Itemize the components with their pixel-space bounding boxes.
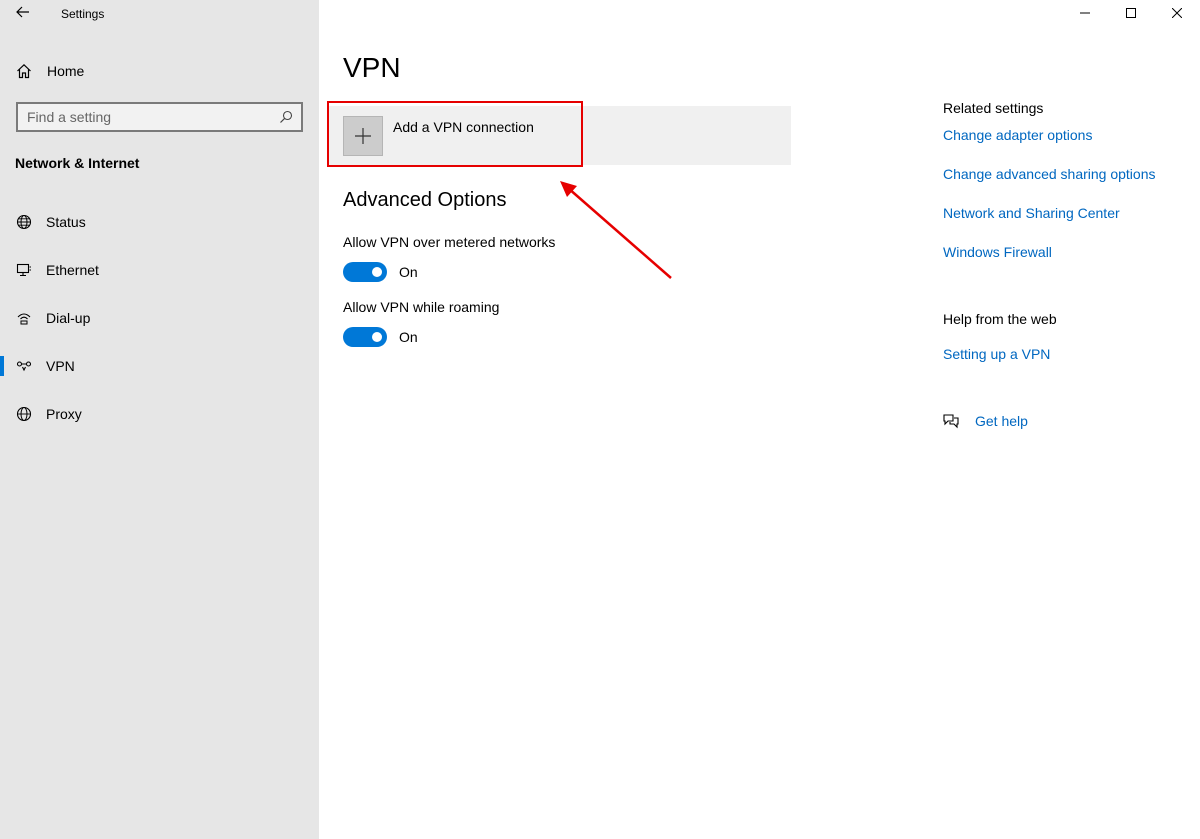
sidebar-item-status[interactable]: Status xyxy=(0,198,319,246)
dialup-icon xyxy=(15,309,33,327)
globe-icon xyxy=(15,405,33,423)
sidebar-item-label: VPN xyxy=(46,358,75,374)
metered-toggle-state: On xyxy=(399,264,418,280)
add-vpn-connection-button[interactable]: Add a VPN connection xyxy=(329,106,791,165)
change-adapter-options-link[interactable]: Change adapter options xyxy=(943,127,1092,143)
advanced-options-title: Advanced Options xyxy=(343,189,507,211)
windows-firewall-link[interactable]: Windows Firewall xyxy=(943,244,1052,260)
metered-option-label: Allow VPN over metered networks xyxy=(343,234,556,250)
sidebar-item-vpn[interactable]: VPN xyxy=(0,342,319,390)
maximize-button[interactable] xyxy=(1108,0,1154,28)
vpn-icon xyxy=(15,357,33,375)
toggle-knob xyxy=(372,267,382,277)
get-help-link[interactable]: Get help xyxy=(941,411,1028,431)
toggle-knob xyxy=(372,332,382,342)
network-sharing-center-link[interactable]: Network and Sharing Center xyxy=(943,205,1120,221)
sidebar-item-label: Proxy xyxy=(46,406,82,422)
metered-toggle[interactable] xyxy=(343,262,387,282)
back-button[interactable] xyxy=(12,4,34,24)
sidebar-item-home[interactable]: Home xyxy=(15,60,84,82)
sidebar-item-label: Status xyxy=(46,214,86,230)
get-help-label: Get help xyxy=(975,413,1028,429)
close-button[interactable] xyxy=(1154,0,1200,28)
roaming-option-label: Allow VPN while roaming xyxy=(343,299,500,315)
ethernet-icon xyxy=(15,261,33,279)
sidebar-item-label: Ethernet xyxy=(46,262,99,278)
add-vpn-label: Add a VPN connection xyxy=(393,119,534,135)
maximize-icon xyxy=(1126,5,1136,23)
home-icon xyxy=(15,62,33,80)
sidebar: Settings Home Network & Internet Status … xyxy=(0,0,319,839)
roaming-toggle-state: On xyxy=(399,329,418,345)
roaming-toggle[interactable] xyxy=(343,327,387,347)
search-input[interactable] xyxy=(27,109,276,125)
sidebar-item-ethernet[interactable]: Ethernet xyxy=(0,246,319,294)
back-arrow-icon xyxy=(16,5,30,23)
setting-up-vpn-link[interactable]: Setting up a VPN xyxy=(943,346,1050,362)
minimize-button[interactable] xyxy=(1062,0,1108,28)
sidebar-item-label: Dial-up xyxy=(46,310,91,326)
sidebar-item-dialup[interactable]: Dial-up xyxy=(0,294,319,342)
minimize-icon xyxy=(1080,5,1090,23)
sidebar-item-proxy[interactable]: Proxy xyxy=(0,390,319,438)
app-title: Settings xyxy=(61,7,105,21)
close-icon xyxy=(1171,5,1183,23)
plus-icon xyxy=(343,116,383,156)
window-controls xyxy=(1062,0,1200,28)
globe-status-icon xyxy=(15,213,33,231)
change-sharing-options-link[interactable]: Change advanced sharing options xyxy=(943,166,1156,182)
search-box[interactable] xyxy=(16,102,303,132)
help-from-web-title: Help from the web xyxy=(943,311,1057,327)
related-settings-title: Related settings xyxy=(943,100,1044,116)
active-indicator xyxy=(0,356,4,376)
sidebar-nav: Status Ethernet Dial-up VPN Proxy xyxy=(0,198,319,438)
sidebar-item-label: Home xyxy=(47,63,85,79)
search-icon[interactable] xyxy=(276,107,296,127)
chat-help-icon xyxy=(941,411,961,431)
page-title: VPN xyxy=(343,52,401,83)
section-title: Network & Internet xyxy=(15,155,140,171)
